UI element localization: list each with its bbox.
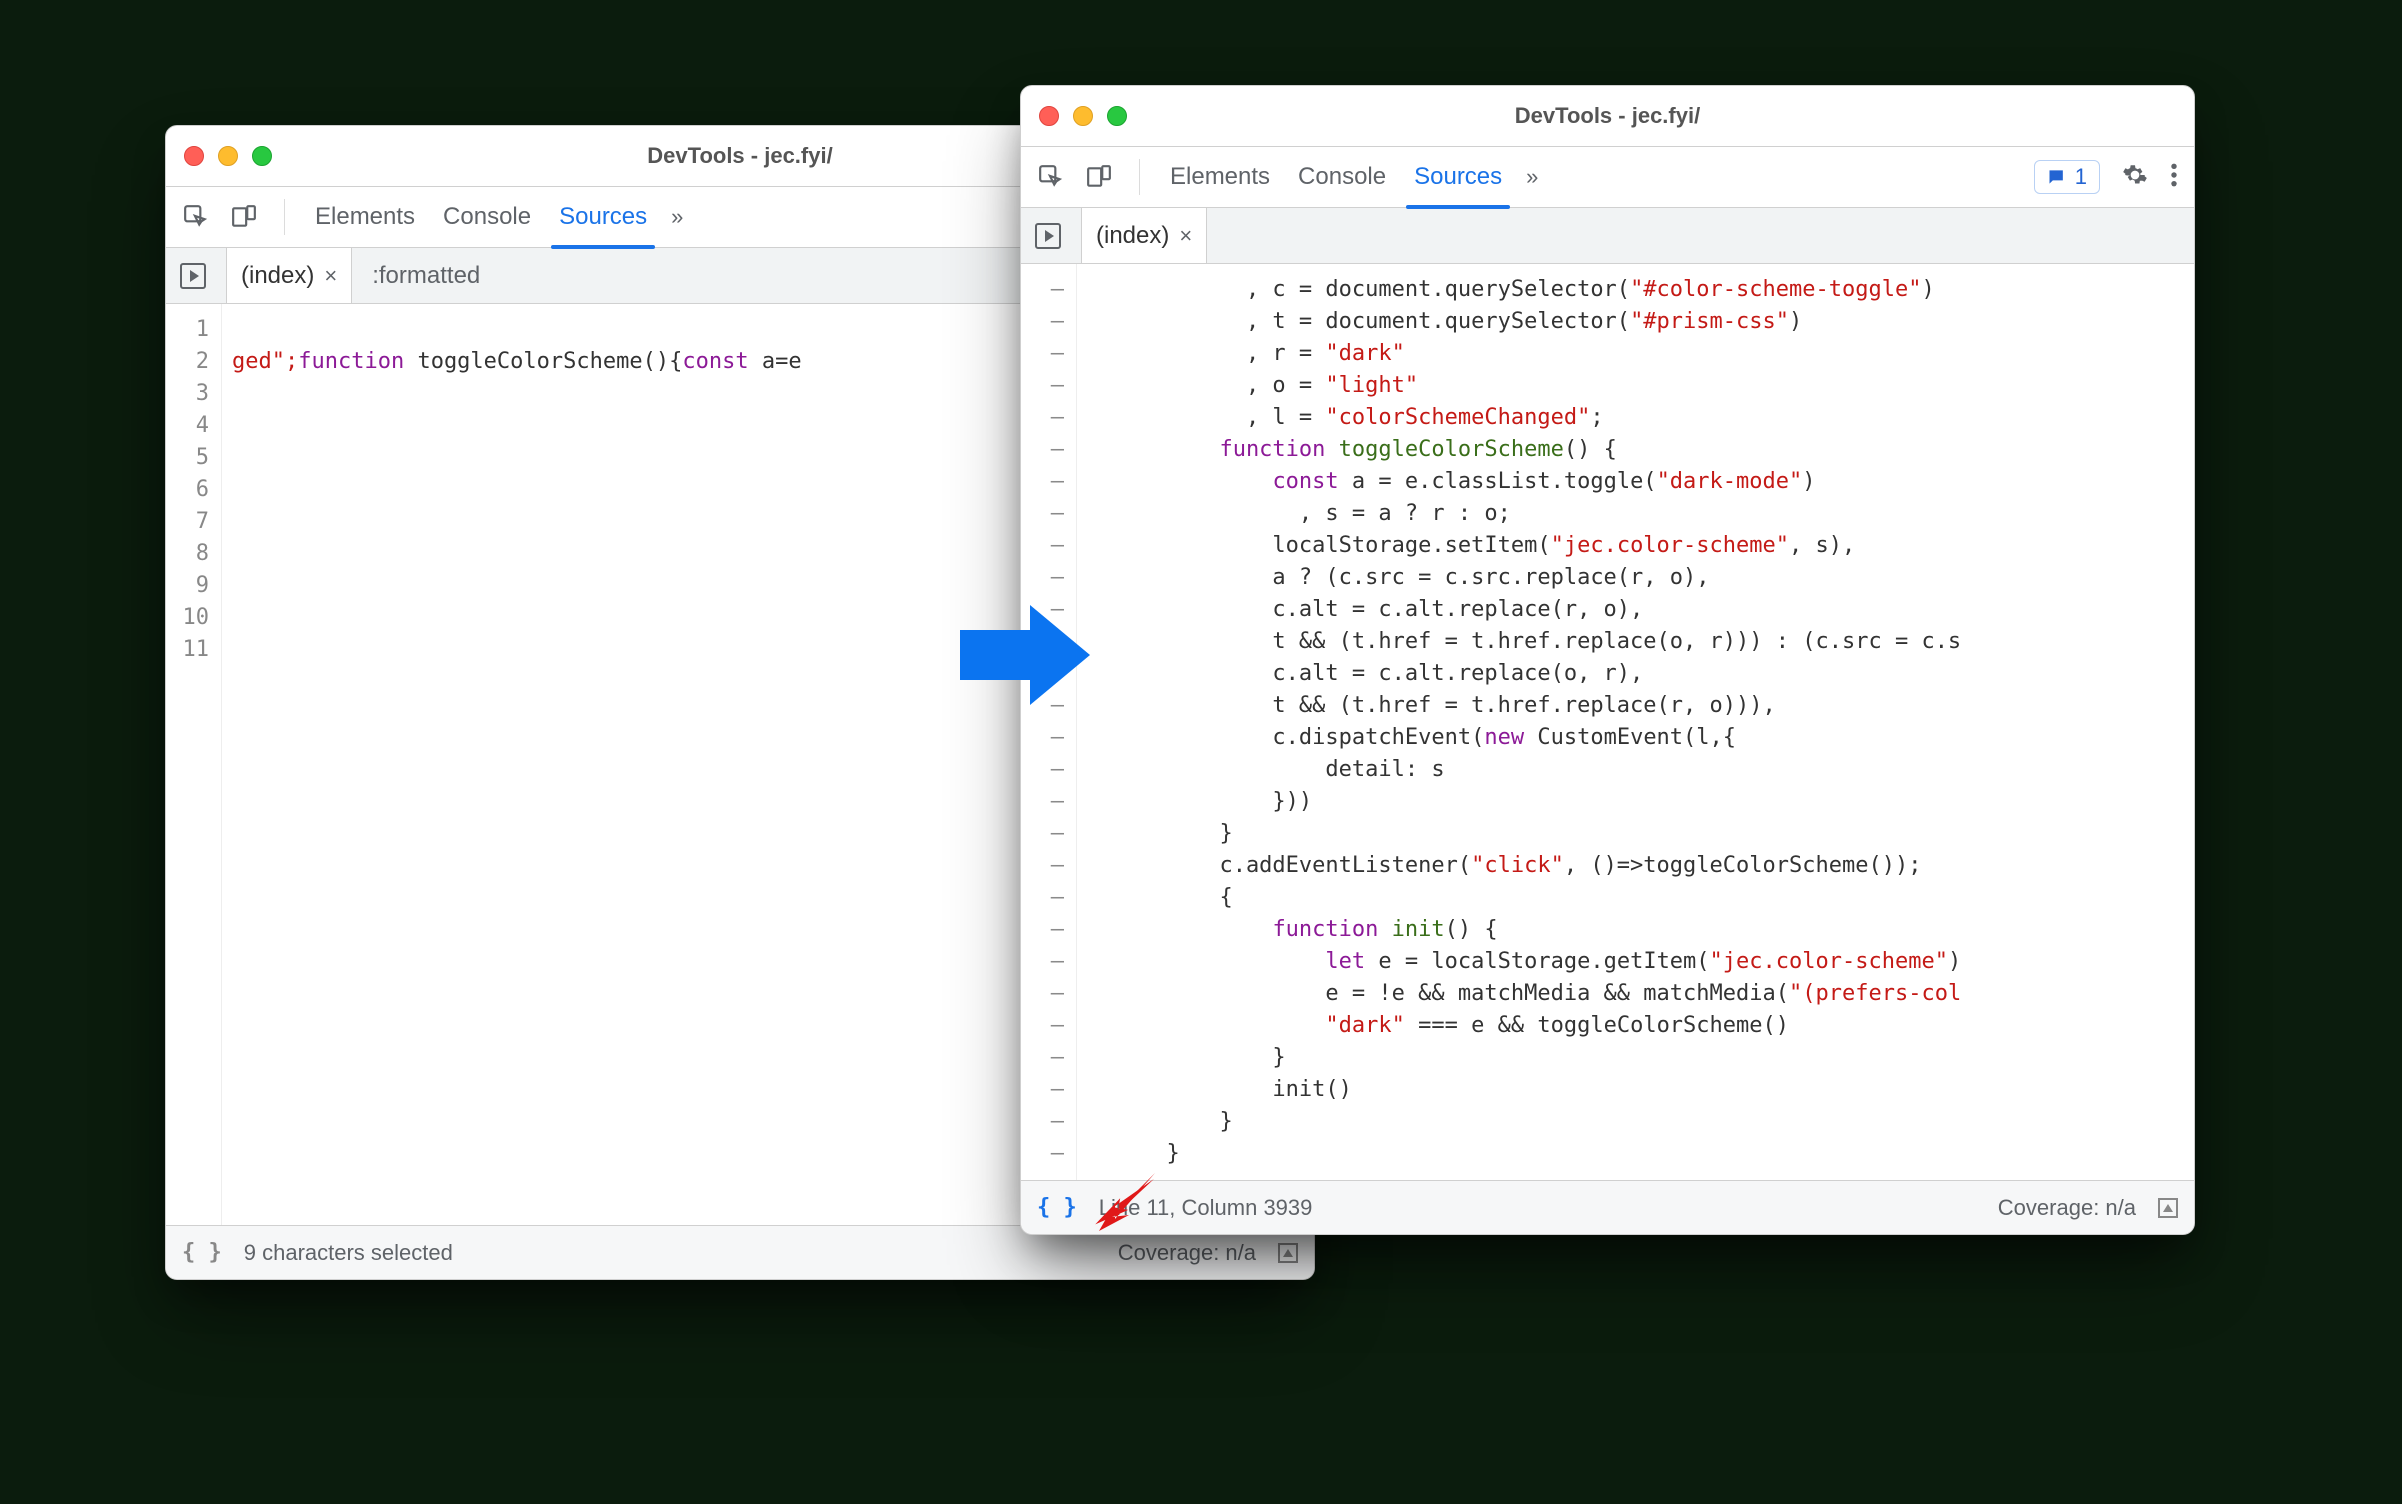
file-tab-index[interactable]: (index) × — [1081, 208, 1207, 263]
titlebar: DevTools - jec.fyi/ — [1021, 86, 2194, 146]
coverage-text: Coverage: n/a — [1118, 1240, 1256, 1266]
close-icon[interactable]: × — [1179, 223, 1192, 249]
close-window-button[interactable] — [184, 146, 204, 166]
coverage-text: Coverage: n/a — [1998, 1195, 2136, 1221]
settings-icon[interactable] — [2122, 162, 2148, 193]
file-tabstrip: (index) × — [1021, 208, 2194, 264]
inspect-element-icon[interactable] — [1037, 163, 1065, 191]
tab-overflow[interactable]: » — [1526, 164, 1534, 190]
window-title: DevTools - jec.fyi/ — [1021, 103, 2194, 129]
tab-sources[interactable]: Sources — [1410, 149, 1506, 206]
tab-console[interactable]: Console — [439, 189, 535, 246]
traffic-lights — [1039, 106, 1127, 126]
minimize-window-button[interactable] — [1073, 106, 1093, 126]
editor-footer: { } Line 11, Column 3939 Coverage: n/a — [1021, 1180, 2194, 1234]
file-tab-formatted[interactable]: :formatted — [372, 262, 480, 290]
maximize-window-button[interactable] — [1107, 106, 1127, 126]
file-tab-label: (index) — [241, 262, 314, 290]
tab-console[interactable]: Console — [1294, 149, 1390, 206]
issues-badge[interactable]: 1 — [2034, 160, 2100, 194]
device-toolbar-icon[interactable] — [1085, 163, 1113, 191]
devtools-toolbar: Elements Console Sources » 1 — [1021, 146, 2194, 208]
code-editor[interactable]: –––––––––––––––––––––––––––– , c = docum… — [1021, 264, 2194, 1180]
device-toolbar-icon[interactable] — [230, 203, 258, 231]
maximize-window-button[interactable] — [252, 146, 272, 166]
tab-overflow[interactable]: » — [671, 204, 679, 230]
file-tab-label: :formatted — [372, 262, 480, 290]
file-tab-index[interactable]: (index) × — [226, 248, 352, 303]
close-icon[interactable]: × — [324, 263, 337, 289]
inspect-element-icon[interactable] — [182, 203, 210, 231]
code-content[interactable]: , c = document.querySelector("#color-sch… — [1077, 264, 2194, 1180]
tab-elements[interactable]: Elements — [311, 189, 419, 246]
traffic-lights — [184, 146, 272, 166]
status-text: Line 11, Column 3939 — [1099, 1195, 1313, 1221]
line-number-gutter: 1234567891011 — [166, 304, 222, 1225]
close-window-button[interactable] — [1039, 106, 1059, 126]
minimize-window-button[interactable] — [218, 146, 238, 166]
issues-icon — [2047, 167, 2067, 187]
divider — [1139, 159, 1140, 195]
divider — [284, 199, 285, 235]
show-navigator-icon[interactable] — [1035, 223, 1061, 249]
devtools-window-right: DevTools - jec.fyi/ Elements Console Sou… — [1020, 85, 2195, 1235]
pretty-print-icon[interactable]: { } — [182, 1240, 222, 1265]
tab-elements[interactable]: Elements — [1166, 149, 1274, 206]
pretty-print-icon[interactable]: { } — [1037, 1195, 1077, 1220]
file-tab-label: (index) — [1096, 222, 1169, 250]
more-menu-icon[interactable] — [2170, 162, 2178, 193]
issues-count: 1 — [2075, 164, 2087, 190]
line-number-gutter: –––––––––––––––––––––––––––– — [1021, 264, 1077, 1180]
tab-sources[interactable]: Sources — [555, 189, 651, 246]
drawer-toggle-icon[interactable] — [1278, 1243, 1298, 1263]
drawer-toggle-icon[interactable] — [2158, 1198, 2178, 1218]
status-text: 9 characters selected — [244, 1240, 453, 1266]
show-navigator-icon[interactable] — [180, 263, 206, 289]
